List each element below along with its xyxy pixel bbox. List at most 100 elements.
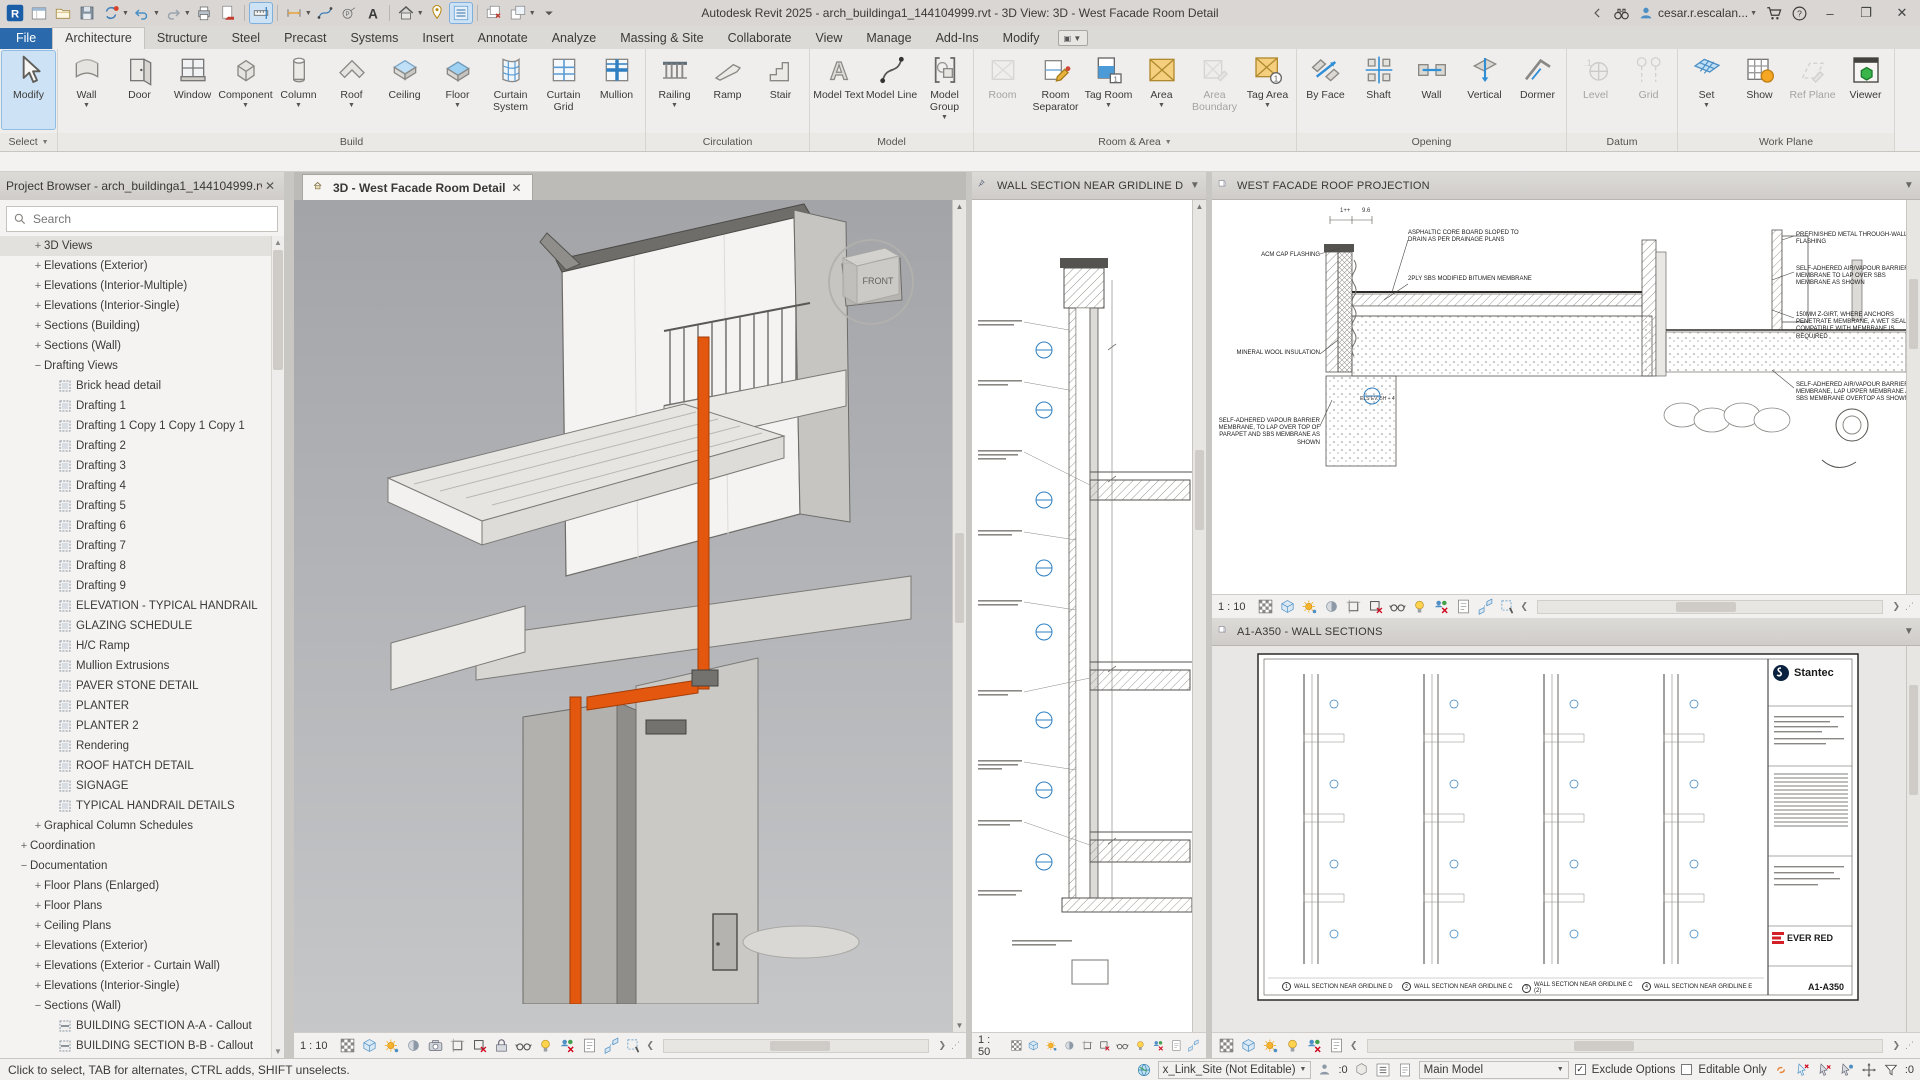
ramp-button[interactable]: Ramp	[701, 51, 754, 129]
tree-item-planter-2[interactable]: PLANTER 2	[0, 716, 284, 736]
tree-item-sections-wall-[interactable]: − Sections (Wall)	[0, 996, 284, 1016]
ribbon-tab-insert[interactable]: Insert	[410, 28, 465, 49]
wall-button[interactable]: Wall	[1405, 51, 1458, 129]
tree-item-floor-plans[interactable]: + Floor Plans	[0, 896, 284, 916]
horizontal-scrollbar[interactable]	[1537, 599, 1884, 614]
plus-toggle-icon[interactable]: +	[32, 900, 44, 912]
dimension-icon[interactable]	[283, 3, 305, 23]
ceiling-button[interactable]: Ceiling	[378, 51, 431, 129]
window-button[interactable]: Window	[166, 51, 219, 129]
curtain-system-button[interactable]: Curtain System	[484, 51, 537, 129]
exclude-options-checkbox[interactable]: ✓	[1574, 1064, 1586, 1075]
ribbon-tab-manage[interactable]: Manage	[854, 28, 923, 49]
railing-button[interactable]: Railing ▼	[648, 51, 701, 129]
plus-toggle-icon[interactable]: +	[32, 240, 44, 252]
print-icon[interactable]	[193, 3, 215, 23]
plus-toggle-icon[interactable]: +	[32, 980, 44, 992]
tree-item-drafting-7[interactable]: Drafting 7	[0, 536, 284, 556]
tree-item-sections-wall-[interactable]: + Sections (Wall)	[0, 336, 284, 356]
design-option-combo[interactable]: Main Model ▼	[1418, 1060, 1569, 1079]
shaft-button[interactable]: Shaft	[1352, 51, 1405, 129]
plus-toggle-icon[interactable]: +	[32, 320, 44, 332]
tree-item-floor-plans-enlarged-[interactable]: + Floor Plans (Enlarged)	[0, 876, 284, 896]
displace-icon[interactable]	[603, 1037, 620, 1054]
view-scale[interactable]: 1 : 50	[978, 1034, 999, 1058]
app-store-cart-icon[interactable]	[1765, 4, 1783, 22]
chevron-down-icon[interactable]: ▼	[305, 10, 312, 17]
glasses-icon[interactable]	[1388, 598, 1406, 615]
undo-icon[interactable]	[131, 3, 153, 23]
people-x-icon[interactable]	[1306, 1037, 1323, 1054]
pin-view-icon[interactable]	[978, 179, 991, 192]
checker-icon[interactable]	[1257, 598, 1274, 615]
view-tab-close-icon[interactable]: ✕	[512, 181, 522, 195]
design-options-icon[interactable]	[1375, 1062, 1391, 1078]
ribbon-tab-annotate[interactable]: Annotate	[466, 28, 540, 49]
tree-item-elevation-typical-handrail[interactable]: ELEVATION - TYPICAL HANDRAIL	[0, 596, 284, 616]
panel-menu-icon[interactable]: ▼	[1904, 626, 1914, 637]
sun-icon[interactable]	[1301, 598, 1318, 615]
tree-item-rendering[interactable]: Rendering	[0, 736, 284, 756]
camera-icon[interactable]	[427, 1037, 444, 1054]
tree-item-drafting-8[interactable]: Drafting 8	[0, 556, 284, 576]
cube-icon[interactable]	[1279, 598, 1296, 615]
search-binoculars-icon[interactable]	[1613, 5, 1630, 22]
show-button[interactable]: Show	[1733, 51, 1786, 129]
browser-search[interactable]	[6, 206, 278, 232]
minus-toggle-icon[interactable]: −	[32, 360, 44, 372]
ribbon-tab-precast[interactable]: Precast	[272, 28, 338, 49]
design-options-list-icon[interactable]	[1397, 1062, 1413, 1078]
displace-icon[interactable]	[1187, 1037, 1200, 1054]
ribbon-tab-file[interactable]: File	[0, 28, 53, 49]
modify-selection-icon[interactable]: ▣ ▼	[1057, 30, 1088, 46]
area-button[interactable]: Area ▼	[1135, 51, 1188, 129]
wall-button[interactable]: Wall ▼	[60, 51, 113, 129]
tree-item-ceiling-plans[interactable]: + Ceiling Plans	[0, 916, 284, 936]
set-button[interactable]: Set ▼	[1680, 51, 1733, 129]
tree-item-graphical-column-schedules[interactable]: + Graphical Column Schedules	[0, 816, 284, 836]
sync-icon[interactable]	[100, 3, 122, 23]
floor-button[interactable]: Floor ▼	[431, 51, 484, 129]
selbox-icon[interactable]	[1499, 598, 1516, 615]
checker-icon[interactable]	[1218, 1037, 1235, 1054]
scroll-right-icon[interactable]: ❯	[938, 1040, 946, 1051]
tag-area-button[interactable]: 1 Tag Area ▼	[1241, 51, 1294, 129]
ribbon-tab-add-ins[interactable]: Add-Ins	[924, 28, 991, 49]
cube-icon[interactable]	[361, 1037, 378, 1054]
caret-down-icon[interactable]	[538, 3, 560, 23]
resize-grip[interactable]: ⋰	[1905, 1040, 1914, 1051]
doc-icon[interactable]	[1455, 598, 1472, 615]
bulb-icon[interactable]	[1134, 1037, 1147, 1054]
door-button[interactable]: Door	[113, 51, 166, 129]
shadows-icon[interactable]	[1063, 1037, 1076, 1054]
thin-lines-icon[interactable]	[448, 2, 473, 24]
tree-item-elevations-interior-single-[interactable]: + Elevations (Interior-Single)	[0, 296, 284, 316]
tree-item-roof-hatch-detail[interactable]: ROOF HATCH DETAIL	[0, 756, 284, 776]
by-face-button[interactable]: By Face	[1299, 51, 1352, 129]
roof-button[interactable]: Roof ▼	[325, 51, 378, 129]
minus-toggle-icon[interactable]: −	[18, 860, 30, 872]
tree-item-glazing-schedule[interactable]: GLAZING SCHEDULE	[0, 616, 284, 636]
plus-toggle-icon[interactable]: +	[32, 820, 44, 832]
switch-windows-icon[interactable]	[507, 3, 529, 23]
cube-icon[interactable]	[1240, 1037, 1257, 1054]
checker-icon[interactable]	[1010, 1037, 1023, 1054]
tree-item-elevations-exterior-curtain-wall-[interactable]: + Elevations (Exterior - Curtain Wall)	[0, 956, 284, 976]
doc-icon[interactable]	[581, 1037, 598, 1054]
ribbon-tab-view[interactable]: View	[804, 28, 855, 49]
project-browser-close-icon[interactable]: ✕	[262, 179, 278, 193]
revit-logo-icon[interactable]: R	[4, 3, 26, 23]
ribbon-tab-architecture[interactable]: Architecture	[52, 27, 145, 49]
people-x-icon[interactable]	[1152, 1037, 1165, 1054]
tree-item-drafting-5[interactable]: Drafting 5	[0, 496, 284, 516]
crop-x-icon[interactable]	[471, 1037, 488, 1054]
curtain-grid-button[interactable]: Curtain Grid	[537, 51, 590, 129]
bulb-icon[interactable]	[1284, 1037, 1301, 1054]
tree-item-3d-views[interactable]: +3D Views	[0, 236, 284, 256]
scroll-down-icon[interactable]: ▼	[272, 1045, 284, 1058]
displace-icon[interactable]	[1477, 598, 1494, 615]
bulb-icon[interactable]	[537, 1037, 554, 1054]
modify-button[interactable]: Modify	[1, 50, 56, 130]
mullion-button[interactable]: Mullion	[590, 51, 643, 129]
model-text-button[interactable]: A Model Text	[812, 51, 865, 129]
